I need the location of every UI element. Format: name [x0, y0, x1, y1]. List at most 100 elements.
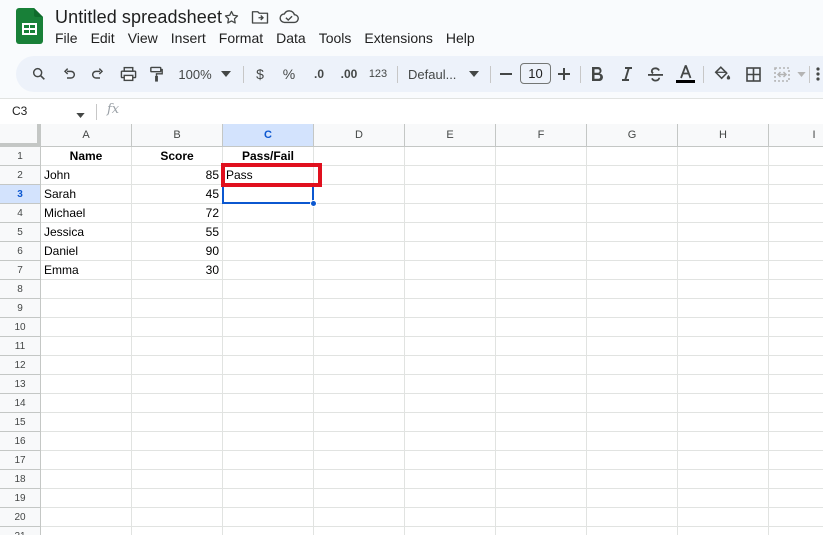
document-title[interactable]: Untitled spreadsheet [55, 7, 222, 28]
cell-i9[interactable] [769, 299, 823, 318]
row-header-21[interactable]: 21 [0, 527, 41, 535]
cell-f16[interactable] [496, 432, 587, 451]
column-header-d[interactable]: D [314, 124, 405, 147]
cell-i17[interactable] [769, 451, 823, 470]
cell-e17[interactable] [405, 451, 496, 470]
row-header-1[interactable]: 1 [0, 147, 41, 166]
cell-i14[interactable] [769, 394, 823, 413]
cell-e2[interactable] [405, 166, 496, 185]
cell-d18[interactable] [314, 470, 405, 489]
cell-e14[interactable] [405, 394, 496, 413]
cell-d10[interactable] [314, 318, 405, 337]
cell-d21[interactable] [314, 527, 405, 535]
cell-i10[interactable] [769, 318, 823, 337]
italic-icon[interactable] [618, 56, 634, 92]
cell-f18[interactable] [496, 470, 587, 489]
cloud-saved-icon[interactable] [279, 7, 299, 27]
cell-b15[interactable] [132, 413, 223, 432]
cell-g10[interactable] [587, 318, 678, 337]
cell-b5[interactable]: 55 [132, 223, 223, 242]
row-header-14[interactable]: 14 [0, 394, 41, 413]
cell-b6[interactable]: 90 [132, 242, 223, 261]
cell-a14[interactable] [41, 394, 132, 413]
cell-g4[interactable] [587, 204, 678, 223]
cell-g14[interactable] [587, 394, 678, 413]
cell-a16[interactable] [41, 432, 132, 451]
cell-i6[interactable] [769, 242, 823, 261]
cell-f19[interactable] [496, 489, 587, 508]
cell-b11[interactable] [132, 337, 223, 356]
cell-e11[interactable] [405, 337, 496, 356]
cell-e15[interactable] [405, 413, 496, 432]
cell-f21[interactable] [496, 527, 587, 535]
cell-f20[interactable] [496, 508, 587, 527]
cell-e16[interactable] [405, 432, 496, 451]
select-all-corner[interactable] [0, 124, 41, 147]
cell-h20[interactable] [678, 508, 769, 527]
cell-a8[interactable] [41, 280, 132, 299]
row-header-10[interactable]: 10 [0, 318, 41, 337]
row-header-6[interactable]: 6 [0, 242, 41, 261]
cell-e7[interactable] [405, 261, 496, 280]
fill-handle[interactable] [310, 200, 317, 207]
font-dropdown-icon[interactable] [468, 56, 480, 92]
row-header-17[interactable]: 17 [0, 451, 41, 470]
cell-h5[interactable] [678, 223, 769, 242]
cell-i11[interactable] [769, 337, 823, 356]
row-header-2[interactable]: 2 [0, 166, 41, 185]
cell-e10[interactable] [405, 318, 496, 337]
cell-d19[interactable] [314, 489, 405, 508]
name-box-dropdown-icon[interactable] [76, 105, 85, 123]
cell-a9[interactable] [41, 299, 132, 318]
cell-i7[interactable] [769, 261, 823, 280]
cell-b4[interactable]: 72 [132, 204, 223, 223]
cell-d2[interactable] [314, 166, 405, 185]
cell-c17[interactable] [223, 451, 314, 470]
cell-b21[interactable] [132, 527, 223, 535]
decrease-decimal-button[interactable]: .0 [307, 56, 331, 92]
cell-f8[interactable] [496, 280, 587, 299]
cell-h6[interactable] [678, 242, 769, 261]
column-header-c[interactable]: C [223, 124, 314, 147]
cell-e4[interactable] [405, 204, 496, 223]
cell-h2[interactable] [678, 166, 769, 185]
cell-c8[interactable] [223, 280, 314, 299]
cell-b9[interactable] [132, 299, 223, 318]
font-family-select[interactable]: Defaul... [408, 56, 464, 92]
cell-b12[interactable] [132, 356, 223, 375]
cell-h9[interactable] [678, 299, 769, 318]
cell-d3[interactable] [314, 185, 405, 204]
cell-h13[interactable] [678, 375, 769, 394]
cell-h4[interactable] [678, 204, 769, 223]
row-header-8[interactable]: 8 [0, 280, 41, 299]
column-header-a[interactable]: A [41, 124, 132, 147]
cell-a21[interactable] [41, 527, 132, 535]
cell-d20[interactable] [314, 508, 405, 527]
cell-i20[interactable] [769, 508, 823, 527]
cell-f10[interactable] [496, 318, 587, 337]
text-color-icon[interactable] [675, 56, 695, 92]
cell-c14[interactable] [223, 394, 314, 413]
search-icon[interactable] [30, 56, 48, 92]
menu-insert[interactable]: Insert [171, 30, 206, 48]
column-header-f[interactable]: F [496, 124, 587, 147]
menu-file[interactable]: File [55, 30, 78, 48]
cell-b17[interactable] [132, 451, 223, 470]
cell-f11[interactable] [496, 337, 587, 356]
cell-a19[interactable] [41, 489, 132, 508]
cell-b10[interactable] [132, 318, 223, 337]
cell-c10[interactable] [223, 318, 314, 337]
row-header-13[interactable]: 13 [0, 375, 41, 394]
cell-g21[interactable] [587, 527, 678, 535]
row-header-5[interactable]: 5 [0, 223, 41, 242]
currency-format-button[interactable]: $ [252, 56, 268, 92]
cell-h3[interactable] [678, 185, 769, 204]
cell-g11[interactable] [587, 337, 678, 356]
cell-g16[interactable] [587, 432, 678, 451]
cell-c15[interactable] [223, 413, 314, 432]
cell-g9[interactable] [587, 299, 678, 318]
sheets-logo-icon[interactable] [16, 8, 43, 44]
percent-format-button[interactable]: % [281, 56, 297, 92]
plus-icon[interactable] [557, 56, 571, 92]
star-icon[interactable] [221, 7, 241, 27]
